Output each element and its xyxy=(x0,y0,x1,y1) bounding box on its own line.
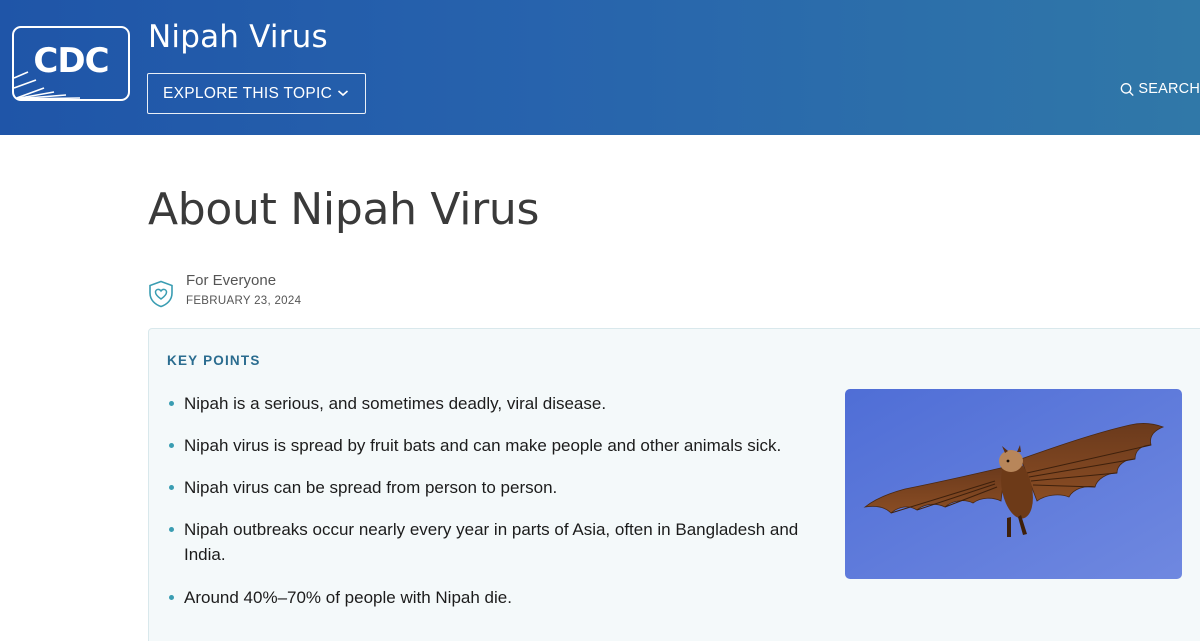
key-point-item: Nipah virus is spread by fruit bats and … xyxy=(167,433,827,458)
search-button[interactable]: SEARCH xyxy=(1120,78,1200,100)
key-point-item: Nipah outbreaks occur nearly every year … xyxy=(167,517,807,567)
search-label: SEARCH xyxy=(1138,81,1200,97)
page-title: About Nipah Virus xyxy=(148,184,540,235)
explore-topic-button[interactable]: EXPLORE THIS TOPIC xyxy=(147,73,366,114)
key-point-item: Around 40%–70% of people with Nipah die. xyxy=(167,585,827,610)
audience-label: For Everyone xyxy=(186,272,277,289)
key-points-heading: KEY POINTS xyxy=(167,353,261,368)
key-point-item: Nipah virus can be spread from person to… xyxy=(167,475,827,500)
search-icon xyxy=(1120,82,1134,96)
site-title[interactable]: Nipah Virus xyxy=(148,19,328,55)
fruit-bat-photo xyxy=(845,389,1182,579)
explore-topic-label: EXPLORE THIS TOPIC xyxy=(163,85,333,102)
shield-heart-icon xyxy=(149,280,173,308)
key-point-item: Nipah is a serious, and sometimes deadly… xyxy=(167,391,827,416)
cdc-logo[interactable]: CDC xyxy=(12,26,130,101)
site-header: CDC Nipah Virus EXPLORE THIS TOPIC SEARC… xyxy=(0,0,1200,135)
publish-date: FEBRUARY 23, 2024 xyxy=(186,295,302,307)
key-points-box: KEY POINTS Nipah is a serious, and somet… xyxy=(148,328,1200,641)
chevron-down-icon xyxy=(337,90,349,97)
svg-text:CDC: CDC xyxy=(33,41,108,81)
